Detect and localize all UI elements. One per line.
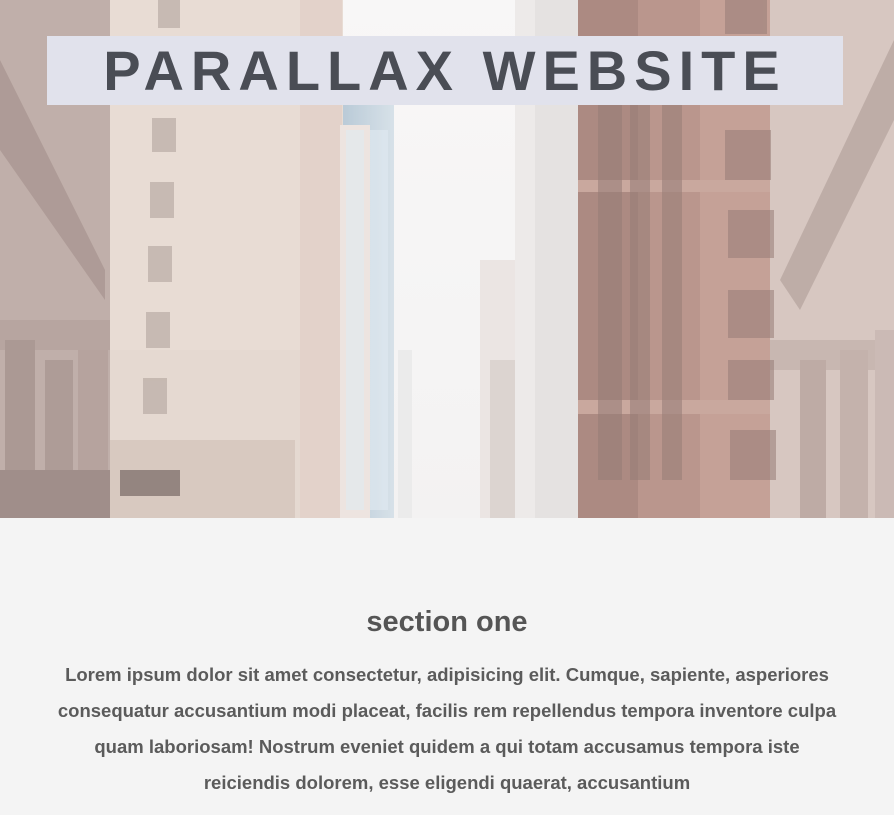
hero-section: PARALLAX WEBSITE — [0, 0, 894, 518]
section-heading: section one — [366, 606, 528, 638]
section-body-text: Lorem ipsum dolor sit amet consectetur, … — [57, 664, 837, 793]
hero-title-band: PARALLAX WEBSITE — [47, 36, 843, 105]
section-one: section one Lorem ipsum dolor sit amet c… — [0, 518, 894, 801]
hero-title: PARALLAX WEBSITE — [103, 38, 787, 102]
